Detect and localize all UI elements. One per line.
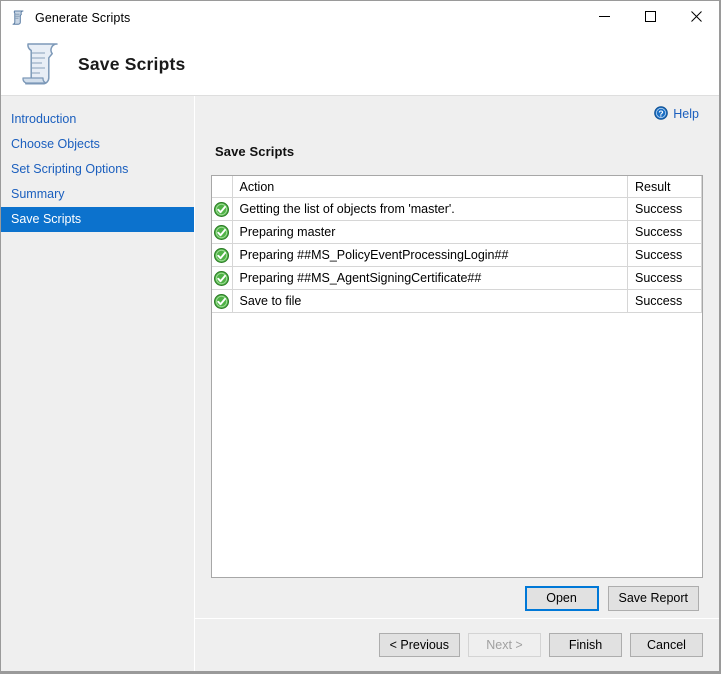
svg-text:?: ?	[659, 108, 664, 118]
finish-button[interactable]: Finish	[549, 633, 622, 657]
help-link[interactable]: ? Help	[654, 106, 703, 123]
page-header: Save Scripts	[1, 34, 719, 96]
minimize-button[interactable]	[581, 1, 627, 32]
sidebar-item-set-scripting-options[interactable]: Set Scripting Options	[1, 157, 194, 182]
success-check-icon	[214, 294, 229, 309]
action-cell: Preparing master	[232, 221, 628, 244]
grid-action-buttons: Open Save Report	[211, 578, 703, 618]
progress-table: Action Result	[212, 176, 702, 313]
action-cell: Getting the list of objects from 'master…	[232, 198, 628, 221]
content-pane: ? Help Save Scripts	[195, 96, 719, 671]
result-cell: Success	[628, 267, 702, 290]
save-report-button[interactable]: Save Report	[608, 586, 699, 611]
section-title: Save Scripts	[211, 144, 703, 159]
help-row: ? Help	[211, 96, 703, 127]
script-scroll-icon	[15, 40, 67, 90]
previous-button[interactable]: < Previous	[379, 633, 460, 657]
success-check-icon	[214, 202, 229, 217]
help-question-icon: ?	[654, 106, 668, 123]
success-check-icon	[214, 225, 229, 240]
generate-scripts-window: Generate Scripts Save Scripts	[0, 0, 721, 674]
success-check-icon	[214, 248, 229, 263]
result-cell: Success	[628, 244, 702, 267]
column-header-result[interactable]: Result	[628, 176, 702, 198]
sidebar-item-introduction[interactable]: Introduction	[1, 107, 194, 132]
close-button[interactable]	[673, 1, 719, 32]
result-cell: Success	[628, 290, 702, 313]
column-header-status[interactable]	[212, 176, 232, 198]
table-row[interactable]: Preparing ##MS_AgentSigningCertificate##…	[212, 267, 702, 290]
maximize-button[interactable]	[627, 1, 673, 32]
success-check-icon	[214, 271, 229, 286]
result-cell: Success	[628, 198, 702, 221]
table-row[interactable]: Save to file Success	[212, 290, 702, 313]
result-cell: Success	[628, 221, 702, 244]
wizard-footer: < Previous Next > Finish Cancel	[195, 618, 719, 671]
title-bar: Generate Scripts	[1, 1, 719, 34]
action-cell: Save to file	[232, 290, 628, 313]
column-header-action[interactable]: Action	[232, 176, 628, 198]
wizard-steps-sidebar: Introduction Choose Objects Set Scriptin…	[1, 96, 195, 671]
table-header-row: Action Result	[212, 176, 702, 198]
status-cell	[212, 267, 232, 290]
sidebar-item-save-scripts[interactable]: Save Scripts	[1, 207, 194, 232]
window-title: Generate Scripts	[35, 11, 130, 25]
table-row[interactable]: Preparing ##MS_PolicyEventProcessingLogi…	[212, 244, 702, 267]
help-label: Help	[673, 107, 699, 121]
table-row[interactable]: Preparing master Success	[212, 221, 702, 244]
window-body: Introduction Choose Objects Set Scriptin…	[1, 96, 719, 671]
cancel-button[interactable]: Cancel	[630, 633, 703, 657]
status-cell	[212, 290, 232, 313]
status-cell	[212, 221, 232, 244]
next-button: Next >	[468, 633, 541, 657]
table-body: Getting the list of objects from 'master…	[212, 198, 702, 313]
script-scroll-icon	[10, 9, 27, 26]
sidebar-item-summary[interactable]: Summary	[1, 182, 194, 207]
action-cell: Preparing ##MS_PolicyEventProcessingLogi…	[232, 244, 628, 267]
progress-grid[interactable]: Action Result	[211, 175, 703, 578]
page-title: Save Scripts	[78, 54, 185, 75]
sidebar-item-choose-objects[interactable]: Choose Objects	[1, 132, 194, 157]
open-button[interactable]: Open	[525, 586, 599, 611]
window-controls	[581, 1, 719, 32]
content-inner: ? Help Save Scripts	[195, 96, 719, 618]
status-cell	[212, 198, 232, 221]
action-cell: Preparing ##MS_AgentSigningCertificate##	[232, 267, 628, 290]
table-row[interactable]: Getting the list of objects from 'master…	[212, 198, 702, 221]
status-cell	[212, 244, 232, 267]
